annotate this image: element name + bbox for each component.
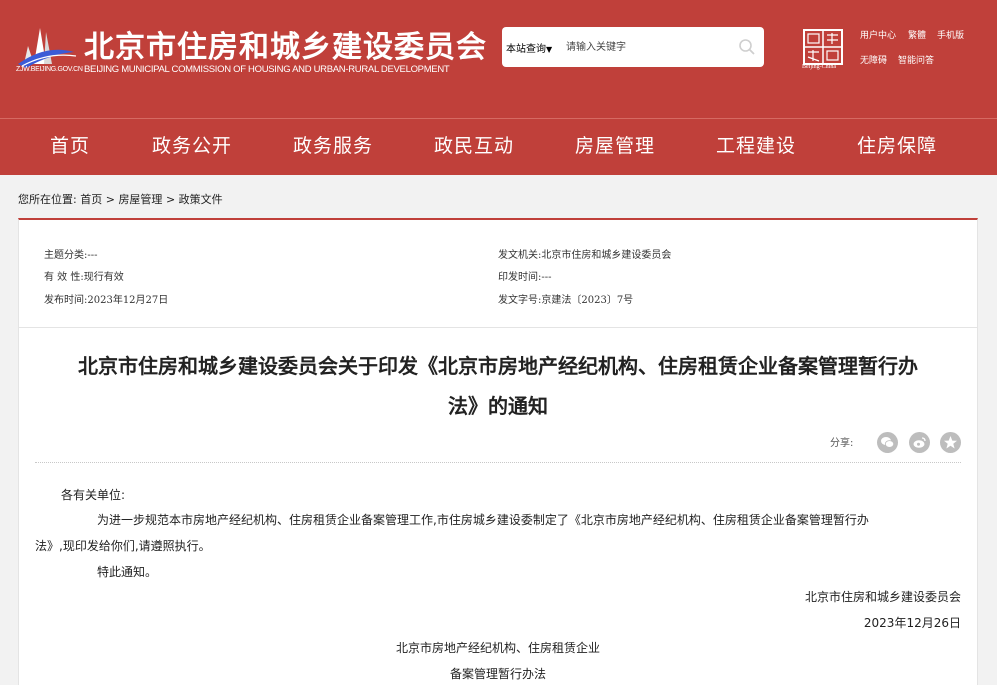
main-nav: 首页 政务公开 政务服务 政民互动 房屋管理 工程建设 住房保障 — [0, 118, 997, 175]
weibo-share-icon[interactable] — [909, 432, 930, 453]
seal-caption: Beijing-China — [802, 64, 836, 70]
article-paragraph-1-line-1: 为进一步规范本市房地产经纪机构、住房租赁企业备案管理工作,市住房城乡建设委制定了… — [97, 513, 869, 527]
meta-doc-number: 发文字号:京建法〔2023〕7号 — [498, 295, 634, 306]
attachment-title-line-1: 北京市房地产经纪机构、住房租赁企业 — [395, 641, 600, 655]
meta-validity: 有 效 性:现行有效 — [44, 272, 124, 283]
breadcrumb-separator: > — [105, 193, 115, 206]
meta-topic: 主题分类:--- — [44, 250, 98, 261]
meta-issuer: 发文机关:北京市住房和城乡建设委员会 — [498, 250, 672, 261]
site-subtitle: BEIJING MUNICIPAL COMMISSION OF HOUSING … — [84, 64, 450, 75]
nav-item-home[interactable]: 首页 — [50, 119, 90, 175]
nav-item-housing-mgmt[interactable]: 房屋管理 — [575, 119, 655, 175]
breadcrumb-prefix: 您所在位置: — [18, 193, 77, 206]
search-box: 本站查询▼ — [502, 27, 764, 67]
share-label: 分享: — [830, 438, 854, 449]
chevron-down-icon: ▼ — [546, 45, 553, 54]
breadcrumb-policy-docs[interactable]: 政策文件 — [179, 193, 223, 206]
attachment-title-line-2: 备案管理暂行办法 — [449, 667, 546, 681]
breadcrumb-separator: > — [165, 193, 176, 206]
user-center-link[interactable]: 用户中心 — [860, 28, 896, 41]
article-divider — [35, 462, 961, 463]
nav-item-interaction[interactable]: 政民互动 — [434, 119, 514, 175]
breadcrumb-home[interactable]: 首页 — [80, 193, 102, 206]
meta-print-date: 印发时间:--- — [498, 272, 552, 283]
article-title-line-2: 法》的通知 — [448, 394, 548, 418]
nav-item-housing-security[interactable]: 住房保障 — [857, 119, 937, 175]
search-scope-label: 本站查询 — [506, 44, 546, 55]
search-input[interactable] — [566, 37, 732, 57]
breadcrumb: 您所在位置: 首页 > 房屋管理 > 政策文件 — [18, 191, 223, 207]
article-paragraph-2: 特此通知。 — [97, 565, 158, 579]
article-paragraph-1-line-2: 法》,现印发给你们,请遵照执行。 — [35, 539, 211, 553]
nav-item-construction[interactable]: 工程建设 — [716, 119, 796, 175]
document-meta-panel: 主题分类:--- 有 效 性:现行有效 发布时间:2023年12月27日 发文机… — [18, 218, 978, 328]
nav-item-gov-affairs-open[interactable]: 政务公开 — [152, 119, 232, 175]
article-salutation: 各有关单位: — [61, 488, 126, 502]
meta-publish-date: 发布时间:2023年12月27日 — [44, 295, 169, 306]
traditional-chinese-link[interactable]: 繁體 — [908, 28, 926, 41]
mobile-version-link[interactable]: 手机版 — [937, 28, 964, 41]
search-icon[interactable] — [738, 38, 756, 56]
wechat-share-icon[interactable] — [877, 432, 898, 453]
breadcrumb-housing-mgmt[interactable]: 房屋管理 — [118, 193, 162, 206]
site-header: ZJW.BEIJING.GOV.CN 北京市住房和城乡建设委员会 BEIJING… — [0, 0, 997, 118]
article-content: 北京市住房和城乡建设委员会关于印发《北京市房地产经纪机构、住房租赁企业备案管理暂… — [18, 327, 978, 685]
logo-url-text: ZJW.BEIJING.GOV.CN — [16, 66, 83, 73]
smart-qa-link[interactable]: 智能问答 — [898, 53, 934, 66]
search-scope-select[interactable]: 本站查询▼ — [506, 40, 552, 55]
article-title-line-1: 北京市住房和城乡建设委员会关于印发《北京市房地产经纪机构、住房租赁企业备案管理暂… — [78, 354, 918, 378]
favorite-star-icon[interactable] — [940, 432, 961, 453]
article-title: 北京市住房和城乡建设委员会关于印发《北京市房地产经纪机构、住房租赁企业备案管理暂… — [19, 346, 977, 426]
accessibility-link[interactable]: 无障碍 — [860, 53, 887, 66]
article-signature: 北京市住房和城乡建设委员会 — [804, 590, 961, 604]
article-date: 2023年12月26日 — [863, 616, 961, 630]
site-title[interactable]: 北京市住房和城乡建设委员会 — [84, 22, 487, 66]
nav-item-gov-services[interactable]: 政务服务 — [293, 119, 373, 175]
